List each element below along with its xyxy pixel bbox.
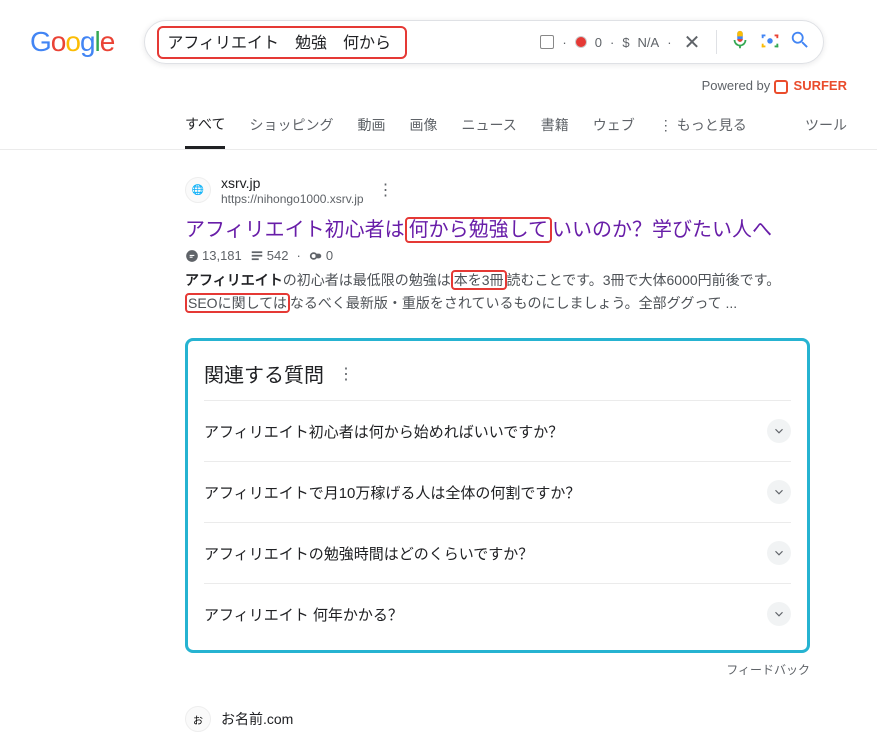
tab-shopping[interactable]: ショッピング (249, 105, 333, 147)
surfer-icon (774, 80, 788, 94)
dollar-icon: $ (622, 35, 629, 50)
paa-question[interactable]: アフィリエイトの勉強時間はどのくらいですか？ (204, 522, 791, 583)
tab-web[interactable]: ウェブ (593, 105, 635, 147)
snippet-highlight: 本を3冊 (451, 270, 507, 290)
header: Google · 0 · $ N/A · ✕ (0, 0, 877, 74)
results: 🌐 xsrv.jp https://nihongo1000.xsrv.jp ⋮ … (0, 150, 840, 732)
result-stats: 13,181 542 · 0 (185, 248, 810, 263)
tab-video[interactable]: 動画 (357, 105, 385, 147)
surfer-brand[interactable]: SURFER (794, 78, 847, 93)
snippet-highlight: SEOに関しては (185, 293, 290, 313)
search-right-controls: · 0 · $ N/A · ✕ (540, 29, 811, 56)
tab-news[interactable]: ニュース (461, 105, 516, 147)
tab-books[interactable]: 書籍 (541, 105, 569, 147)
result-snippet: アフィリエイトの初心者は最低限の勉強は本を3冊読むことです。3冊で大体6000円… (185, 269, 810, 314)
divider (716, 30, 717, 54)
powered-by: Powered by SURFER (0, 74, 877, 104)
chevron-down-icon (767, 602, 791, 626)
search-highlight (157, 26, 407, 59)
mic-icon[interactable] (729, 29, 751, 56)
feedback-link[interactable]: フィードバック (185, 653, 810, 686)
chevron-down-icon (767, 419, 791, 443)
site-url: https://nihongo1000.xsrv.jp (221, 192, 364, 208)
result-item: お お名前.com (185, 706, 810, 732)
result-header: 🌐 xsrv.jp https://nihongo1000.xsrv.jp ⋮ (185, 174, 810, 208)
paa-question[interactable]: アフィリエイト 何年かかる？ (204, 583, 791, 644)
search-wrap: · 0 · $ N/A · ✕ (144, 20, 877, 64)
search-icon[interactable] (789, 29, 811, 56)
site-name: xsrv.jp (221, 174, 364, 192)
tab-image[interactable]: 画像 (409, 105, 437, 147)
clear-icon[interactable]: ✕ (680, 30, 705, 55)
favicon: お (185, 706, 211, 732)
search-box: · 0 · $ N/A · ✕ (144, 20, 824, 64)
tab-tools[interactable]: ツール (805, 105, 847, 147)
search-input[interactable] (167, 32, 397, 50)
chevron-down-icon (767, 480, 791, 504)
site-info[interactable]: xsrv.jp https://nihongo1000.xsrv.jp (221, 174, 364, 208)
nav-tabs: すべて ショッピング 動画 画像 ニュース 書籍 ウェブ ⋮ もっと見る ツール (0, 104, 877, 150)
result-title[interactable]: アフィリエイト初心者は何から勉強していいのか？学びたい人へ (185, 213, 810, 242)
paa-menu-icon[interactable]: ⋮ (338, 364, 354, 384)
tab-more[interactable]: ⋮ もっと見る (659, 105, 747, 147)
paa-question[interactable]: アフィリエイトで月10万稼げる人は全体の何割ですか？ (204, 461, 791, 522)
title-highlight: 何から勉強して (405, 217, 552, 243)
jp-count: 0 (595, 35, 602, 50)
result-item: 🌐 xsrv.jp https://nihongo1000.xsrv.jp ⋮ … (185, 174, 810, 315)
paa-title: 関連する質問 ⋮ (204, 359, 791, 388)
site-info[interactable]: お名前.com (221, 710, 293, 728)
checkbox-icon[interactable] (540, 35, 554, 49)
more-dots-icon: ⋮ (659, 117, 673, 134)
stat-words: 542 (250, 248, 289, 263)
jp-flag-icon (575, 36, 587, 48)
site-name: お名前.com (221, 710, 293, 728)
people-also-ask: 関連する質問 ⋮ アフィリエイト初心者は何から始めればいいですか？ アフィリエイ… (185, 338, 810, 653)
lens-icon[interactable] (759, 29, 781, 56)
chevron-down-icon (767, 541, 791, 565)
tab-all[interactable]: すべて (185, 104, 225, 149)
stat-links: 0 (309, 248, 333, 263)
google-logo[interactable]: Google (30, 26, 114, 58)
stat-comments: 13,181 (185, 248, 242, 263)
na-text: N/A (638, 35, 660, 50)
paa-question[interactable]: アフィリエイト初心者は何から始めればいいですか？ (204, 400, 791, 461)
favicon: 🌐 (185, 177, 211, 203)
result-menu-icon[interactable]: ⋮ (378, 180, 394, 200)
